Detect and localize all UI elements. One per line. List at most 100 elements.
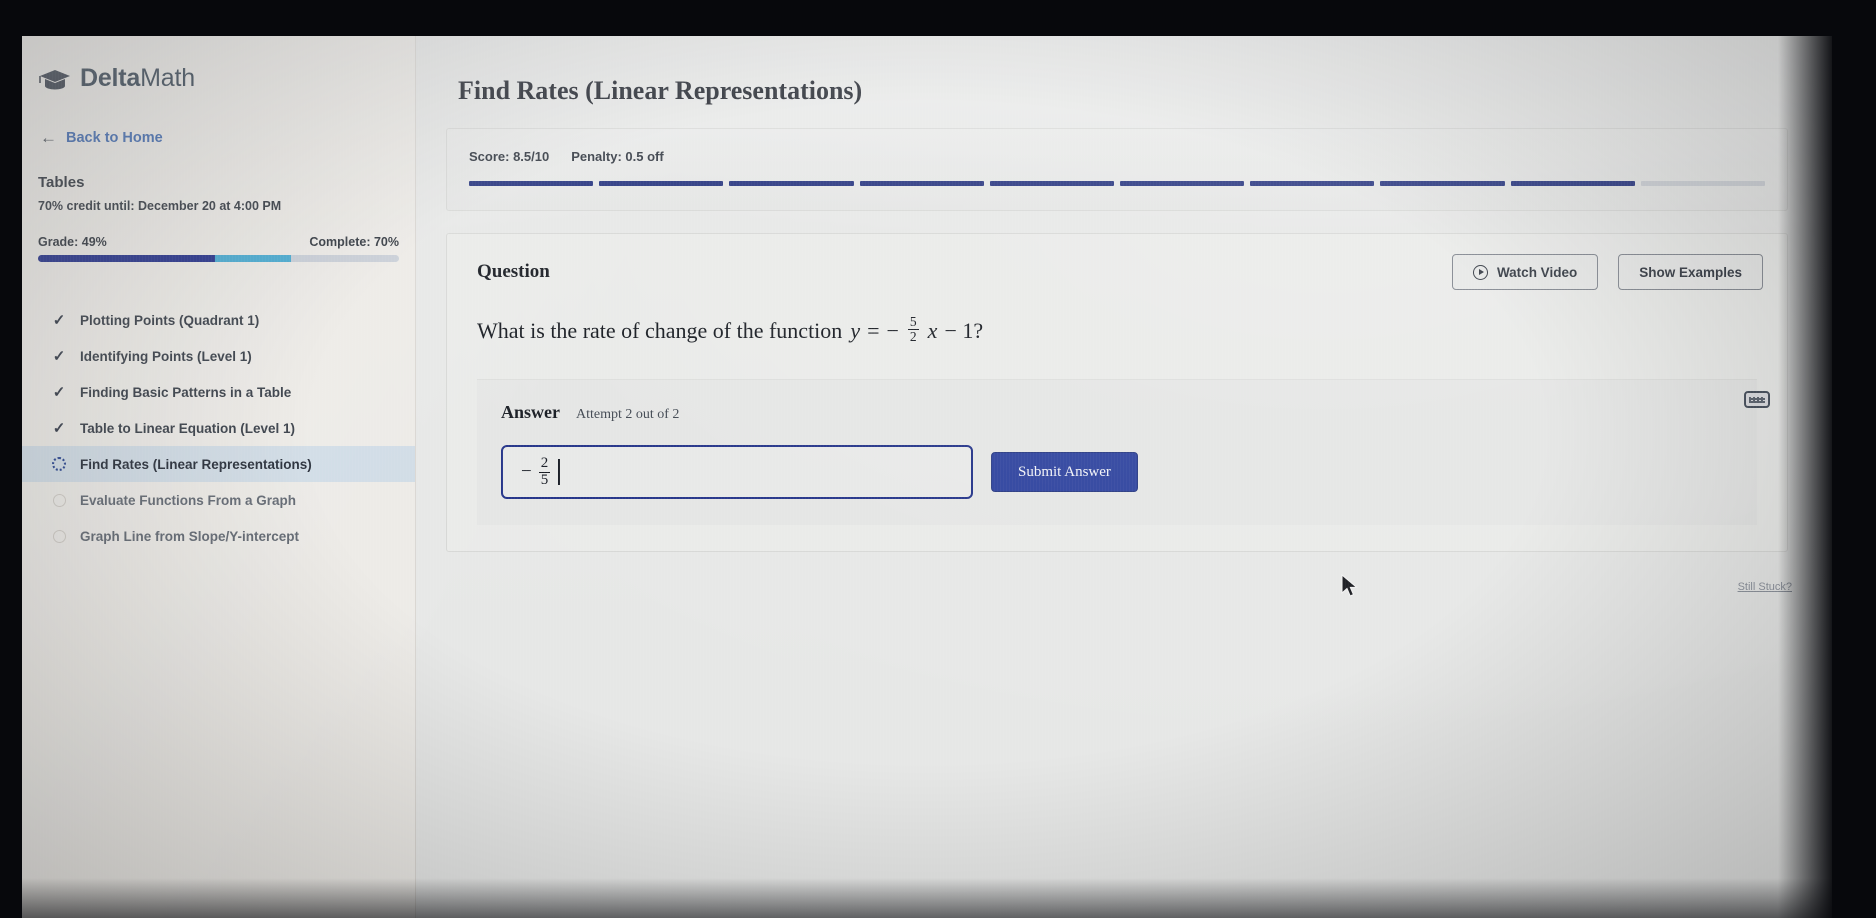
sidebar-item-6[interactable]: Graph Line from Slope/Y-intercept	[22, 518, 415, 554]
brand-name-bold: Delta	[80, 64, 141, 92]
mouse-pointer-icon	[1341, 573, 1359, 600]
equation-fraction: 5 2	[907, 314, 919, 345]
sidebar-item-label: Evaluate Functions From a Graph	[80, 492, 297, 508]
progress-segment-4	[859, 180, 984, 186]
attempt-counter: Attempt 2 out of 2	[576, 407, 680, 423]
progress-segment-7	[1250, 180, 1375, 186]
circle-empty-glyph	[52, 493, 66, 507]
brand-logo[interactable]: DeltaMath	[22, 58, 415, 93]
score-value: Score: 8.5/10	[469, 149, 550, 164]
keyboard-icon[interactable]	[1744, 391, 1770, 408]
equation-lhs: y	[850, 317, 861, 343]
main-content: Find Rates (Linear Representations) Scor…	[416, 36, 1832, 918]
grade-progress-fill	[38, 255, 215, 262]
progress-segment-3	[729, 180, 854, 186]
answer-section: Answer Attempt 2 out of 2 − 2 5 Submit A…	[477, 379, 1757, 526]
photo-frame: DeltaMath ← Back to Home Tables 70% cred…	[0, 0, 1876, 918]
question-text-prefix: What is the rate of change of the functi…	[477, 317, 843, 343]
show-examples-label: Show Examples	[1639, 264, 1742, 280]
problem-progress-segments	[469, 180, 1766, 186]
question-panel: Question Watch Video Show Examples What …	[446, 233, 1788, 553]
sidebar-item-3[interactable]: ✓ Table to Linear Equation (Level 1)	[22, 410, 415, 446]
check-glyph: ✓	[52, 383, 66, 401]
back-to-home-label: Back to Home	[66, 129, 163, 146]
sidebar-item-label: Plotting Points (Quadrant 1)	[80, 312, 260, 328]
submit-answer-button[interactable]: Submit Answer	[991, 452, 1138, 493]
answer-header: Answer Attempt 2 out of 2	[501, 402, 1733, 423]
question-header: Question Watch Video Show Examples	[447, 234, 1787, 290]
question-actions: Watch Video Show Examples	[1451, 254, 1763, 290]
page-title: Find Rates (Linear Representations)	[458, 76, 863, 105]
brand-text: DeltaMath	[80, 64, 195, 93]
complete-label: Complete: 70%	[309, 235, 399, 249]
question-heading: Question	[477, 261, 550, 282]
sidebar-item-label: Graph Line from Slope/Y-intercept	[80, 528, 300, 544]
complete-progress-fill	[214, 255, 291, 262]
show-examples-button[interactable]: Show Examples	[1618, 254, 1763, 290]
assignment-section-title: Tables	[38, 174, 85, 191]
check-icon: ✓	[50, 421, 68, 436]
sidebar-item-label: Find Rates (Linear Representations)	[80, 456, 312, 472]
progress-segment-2	[599, 180, 724, 186]
answer-input[interactable]: − 2 5	[501, 445, 973, 500]
sidebar: DeltaMath ← Back to Home Tables 70% cred…	[22, 36, 416, 918]
spinner-icon	[50, 457, 68, 471]
equation-tail: − 1?	[944, 317, 984, 343]
equation-fraction-denominator: 2	[907, 329, 919, 345]
grade-label: Grade: 49%	[38, 235, 107, 249]
answer-fraction-denominator: 5	[538, 471, 551, 488]
sidebar-item-label: Identifying Points (Level 1)	[80, 348, 252, 364]
credit-deadline-note: 70% credit until: December 20 at 4:00 PM	[38, 199, 282, 213]
equation-fraction-numerator: 5	[909, 314, 917, 329]
progress-segment-8	[1380, 180, 1505, 186]
arrow-left-icon: ←	[40, 128, 57, 147]
answer-fraction: 2 5	[538, 455, 551, 489]
screen-area: DeltaMath ← Back to Home Tables 70% cred…	[22, 36, 1832, 918]
check-glyph: ✓	[52, 347, 66, 365]
sidebar-item-5[interactable]: Evaluate Functions From a Graph	[22, 482, 415, 518]
play-circle-icon	[1472, 264, 1488, 280]
progress-segment-9	[1510, 180, 1635, 186]
check-glyph: ✓	[52, 419, 66, 437]
still-stuck-link[interactable]: Still Stuck?	[1738, 581, 1792, 593]
progress-segment-10	[1640, 180, 1766, 186]
answer-heading: Answer	[501, 402, 560, 423]
sidebar-item-label: Finding Basic Patterns in a Table	[80, 384, 292, 400]
answer-sign: −	[521, 461, 532, 483]
progress-segment-5	[989, 180, 1115, 186]
watch-video-button[interactable]: Watch Video	[1451, 254, 1599, 290]
question-text: What is the rate of change of the functi…	[447, 290, 1787, 345]
deltamath-app: DeltaMath ← Back to Home Tables 70% cred…	[22, 36, 1832, 918]
sidebar-item-label: Table to Linear Equation (Level 1)	[80, 420, 296, 436]
sidebar-item-1[interactable]: ✓ Identifying Points (Level 1)	[22, 338, 415, 374]
circle-empty-glyph	[52, 529, 66, 543]
check-icon: ✓	[50, 385, 68, 400]
keyboard-keys-glyph	[1749, 396, 1765, 403]
progress-segment-6	[1120, 180, 1245, 186]
progress-labels: Grade: 49% Complete: 70%	[22, 235, 415, 249]
sidebar-item-2[interactable]: ✓ Finding Basic Patterns in a Table	[22, 374, 415, 410]
equation-minus: −	[886, 317, 899, 343]
brand-name-light: Math	[140, 64, 195, 92]
equation-equals: =	[867, 317, 880, 343]
circle-empty-icon	[50, 529, 68, 543]
watch-video-label: Watch Video	[1496, 264, 1578, 280]
text-caret	[558, 459, 560, 486]
score-summary: Score: 8.5/10 Penalty: 0.5 off	[469, 149, 1765, 164]
assignment-task-list: ✓ Plotting Points (Quadrant 1) ✓ Identifyin…	[22, 302, 415, 554]
sidebar-item-0[interactable]: ✓ Plotting Points (Quadrant 1)	[22, 302, 415, 338]
equation-variable: x	[927, 317, 938, 343]
check-icon: ✓	[50, 313, 68, 328]
back-to-home-link[interactable]: ← Back to Home	[22, 129, 415, 146]
sidebar-item-4[interactable]: Find Rates (Linear Representations)	[22, 446, 415, 482]
circle-empty-icon	[50, 493, 68, 507]
graduation-cap-icon	[38, 67, 72, 91]
question-equation: y = − 5 2 x − 1?	[850, 314, 984, 345]
answer-row: − 2 5 Submit Answer	[501, 445, 1733, 500]
score-panel: Score: 8.5/10 Penalty: 0.5 off	[446, 128, 1788, 211]
spinner-glyph	[52, 457, 66, 471]
answer-fraction-numerator: 2	[540, 455, 549, 472]
check-glyph: ✓	[52, 311, 66, 329]
answer-input-value: − 2 5	[521, 455, 560, 489]
check-icon: ✓	[50, 349, 68, 364]
